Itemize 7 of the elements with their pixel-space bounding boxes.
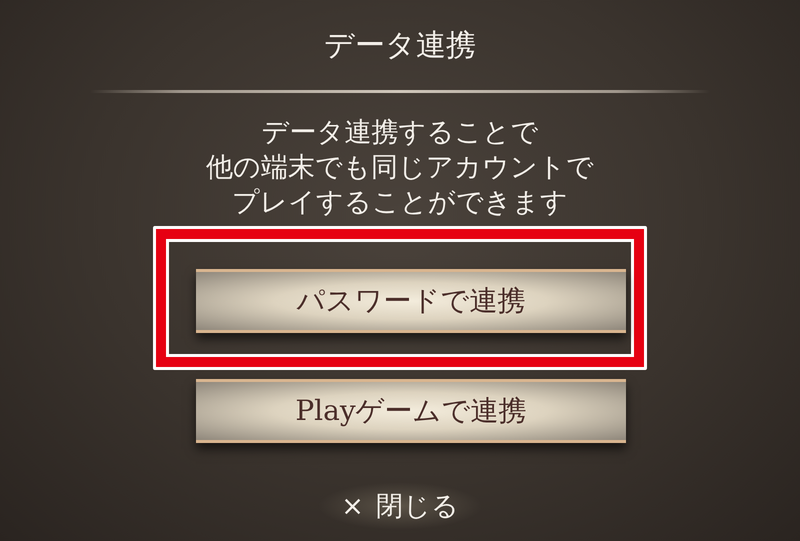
link-button[interactable]: Playゲームで連携 bbox=[196, 379, 626, 443]
close-icon: × bbox=[341, 490, 364, 522]
message-line: 他の端末でも同じアカウントで bbox=[206, 151, 594, 185]
message-line: データ連携することで bbox=[262, 116, 538, 150]
dialog-title: データ連携 bbox=[324, 27, 476, 65]
link-button[interactable]: パスワードで連携 bbox=[196, 269, 626, 333]
message-line: プレイすることができます bbox=[232, 186, 568, 220]
